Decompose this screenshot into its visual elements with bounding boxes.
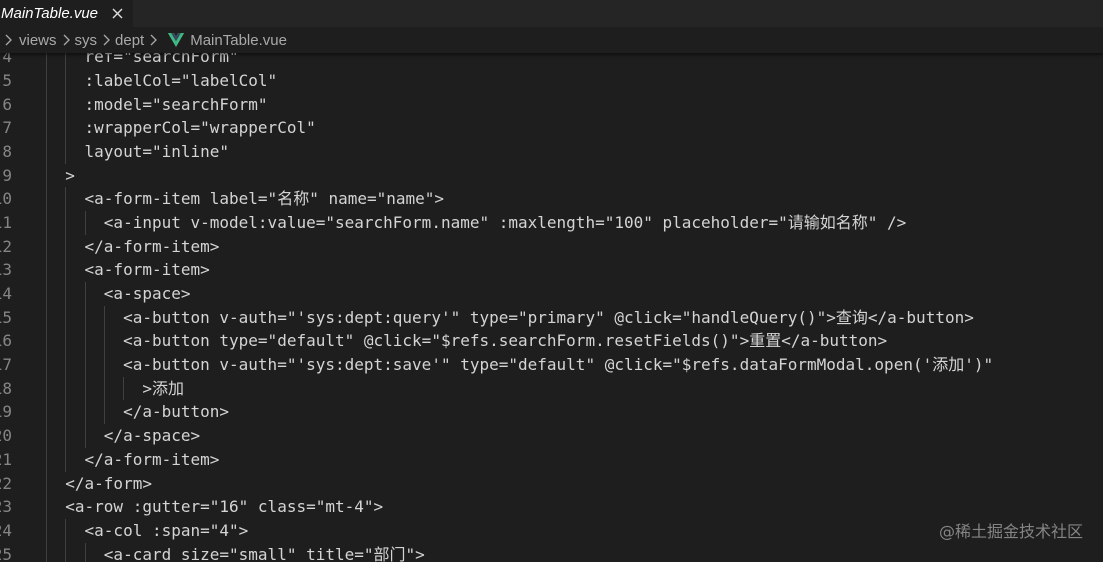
line-text[interactable]: <a-input v-model:value="searchForm.name"… bbox=[46, 211, 906, 235]
line-text[interactable]: <a-col :span="4"> bbox=[46, 519, 249, 543]
code-line[interactable]: 19 </a-button> bbox=[0, 400, 1103, 425]
breadcrumb-item-views[interactable]: views bbox=[19, 32, 57, 49]
line-number: 16 bbox=[0, 331, 12, 351]
code-line[interactable]: 13 <a-form-item> bbox=[0, 258, 1103, 283]
line-number: 25 bbox=[0, 544, 12, 562]
code-editor[interactable]: 4 ref="searchForm" 5 :labelCol="labelCol… bbox=[0, 53, 1103, 562]
vue-icon bbox=[168, 33, 185, 47]
line-text[interactable]: </a-form-item> bbox=[46, 448, 220, 472]
line-text[interactable]: <a-form-item label="名称" name="name"> bbox=[46, 187, 445, 211]
code-line[interactable]: 7 :wrapperCol="wrapperCol" bbox=[0, 116, 1103, 140]
code-line[interactable]: 22 </a-form> bbox=[0, 471, 1103, 496]
chevron-right-icon bbox=[99, 32, 113, 48]
line-text[interactable]: </a-button> bbox=[46, 400, 229, 424]
close-icon[interactable] bbox=[110, 6, 124, 20]
line-text[interactable]: <a-button v-auth="'sys:dept:query'" type… bbox=[46, 306, 974, 330]
breadcrumb-item-sys[interactable]: sys bbox=[75, 32, 98, 49]
tab-maintable-vue[interactable]: MainTable.vue bbox=[0, 0, 133, 27]
code-line[interactable]: 25 <a-card size="small" title="部门"> bbox=[0, 542, 1103, 562]
chevron-right-icon bbox=[146, 32, 160, 48]
line-text[interactable]: <a-button type="default" @click="$refs.s… bbox=[46, 329, 887, 353]
line-number: 8 bbox=[2, 141, 12, 161]
line-number: 9 bbox=[2, 165, 12, 185]
code-line[interactable]: 16 <a-button type="default" @click="$ref… bbox=[0, 329, 1103, 354]
code-line[interactable]: 8 layout="inline" bbox=[0, 139, 1103, 164]
watermark: @稀土掘金技术社区 bbox=[938, 522, 1083, 541]
line-number: 24 bbox=[0, 520, 12, 540]
tab-label[interactable]: MainTable.vue bbox=[1, 5, 98, 22]
line-text[interactable]: :labelCol="labelCol" bbox=[46, 69, 278, 93]
line-number: 13 bbox=[0, 260, 12, 280]
code-line[interactable]: 6 :model="searchForm" bbox=[0, 92, 1103, 117]
line-number: 18 bbox=[0, 378, 12, 398]
line-number: 14 bbox=[0, 284, 12, 304]
breadcrumb-file-label: MainTable.vue bbox=[190, 31, 287, 49]
line-text[interactable]: <a-button v-auth="'sys:dept:save'" type=… bbox=[46, 353, 993, 377]
code-line[interactable]: 5 :labelCol="labelCol" bbox=[0, 68, 1103, 93]
line-text[interactable]: :wrapperCol="wrapperCol" bbox=[46, 116, 316, 140]
line-number: 23 bbox=[0, 497, 12, 517]
line-number: 19 bbox=[0, 402, 12, 422]
line-number: 6 bbox=[2, 94, 12, 114]
line-number: 7 bbox=[2, 118, 12, 138]
code-line[interactable]: 18 >添加 bbox=[0, 376, 1103, 401]
line-text[interactable]: </a-space> bbox=[46, 424, 200, 448]
code-line[interactable]: 23 <a-row :gutter="16" class="mt-4"> bbox=[0, 495, 1103, 519]
code-line[interactable]: 4 ref="searchForm" bbox=[0, 53, 1103, 69]
line-number: 5 bbox=[2, 70, 12, 90]
line-text[interactable]: ref="searchForm" bbox=[46, 53, 239, 69]
tab-bar: MainTable.vue bbox=[0, 0, 1103, 27]
line-number: 21 bbox=[0, 449, 12, 469]
code-line[interactable]: 24 <a-col :span="4"> bbox=[0, 518, 1103, 543]
line-number: 10 bbox=[0, 189, 12, 209]
line-text[interactable]: <a-card size="small" title="部门"> bbox=[46, 543, 425, 562]
line-text[interactable]: <a-form-item> bbox=[46, 258, 210, 282]
line-number: 17 bbox=[0, 355, 12, 375]
code-line[interactable]: 21 </a-form-item> bbox=[0, 447, 1103, 472]
line-number: 4 bbox=[2, 53, 12, 67]
code-line[interactable]: 17 <a-button v-auth="'sys:dept:save'" ty… bbox=[0, 353, 1103, 377]
breadcrumb: views sys dept MainTable.vue bbox=[0, 27, 1103, 53]
line-number: 20 bbox=[0, 426, 12, 446]
line-text[interactable]: layout="inline" bbox=[46, 140, 230, 164]
code-lines: 4 ref="searchForm" 5 :labelCol="labelCol… bbox=[0, 53, 1103, 562]
line-text[interactable]: :model="searchForm" bbox=[46, 93, 268, 117]
code-line[interactable]: 9 > bbox=[0, 163, 1103, 188]
line-text[interactable]: > bbox=[46, 164, 75, 188]
code-line[interactable]: 12 </a-form-item> bbox=[0, 234, 1103, 259]
line-number: 15 bbox=[0, 307, 12, 327]
line-text[interactable]: </a-form-item> bbox=[46, 235, 220, 259]
breadcrumb-item-file[interactable]: MainTable.vue bbox=[168, 32, 287, 49]
chevron-right-icon bbox=[59, 32, 73, 48]
code-line[interactable]: 10 <a-form-item label="名称" name="name"> bbox=[0, 187, 1103, 211]
line-number: 12 bbox=[0, 236, 12, 256]
code-line[interactable]: 14 <a-space> bbox=[0, 282, 1103, 306]
line-number: 22 bbox=[0, 473, 12, 493]
chevron-right-icon bbox=[1, 32, 15, 48]
breadcrumb-item-dept[interactable]: dept bbox=[115, 32, 144, 49]
line-text[interactable]: <a-row :gutter="16" class="mt-4"> bbox=[46, 495, 383, 519]
code-line[interactable]: 20 </a-space> bbox=[0, 424, 1103, 448]
line-number: 11 bbox=[0, 212, 12, 232]
code-line[interactable]: 15 <a-button v-auth="'sys:dept:query'" t… bbox=[0, 305, 1103, 330]
code-line[interactable]: 11 <a-input v-model:value="searchForm.na… bbox=[0, 210, 1103, 235]
line-text[interactable]: </a-form> bbox=[46, 472, 152, 496]
line-text[interactable]: <a-space> bbox=[46, 282, 191, 306]
line-text[interactable]: >添加 bbox=[46, 377, 184, 401]
